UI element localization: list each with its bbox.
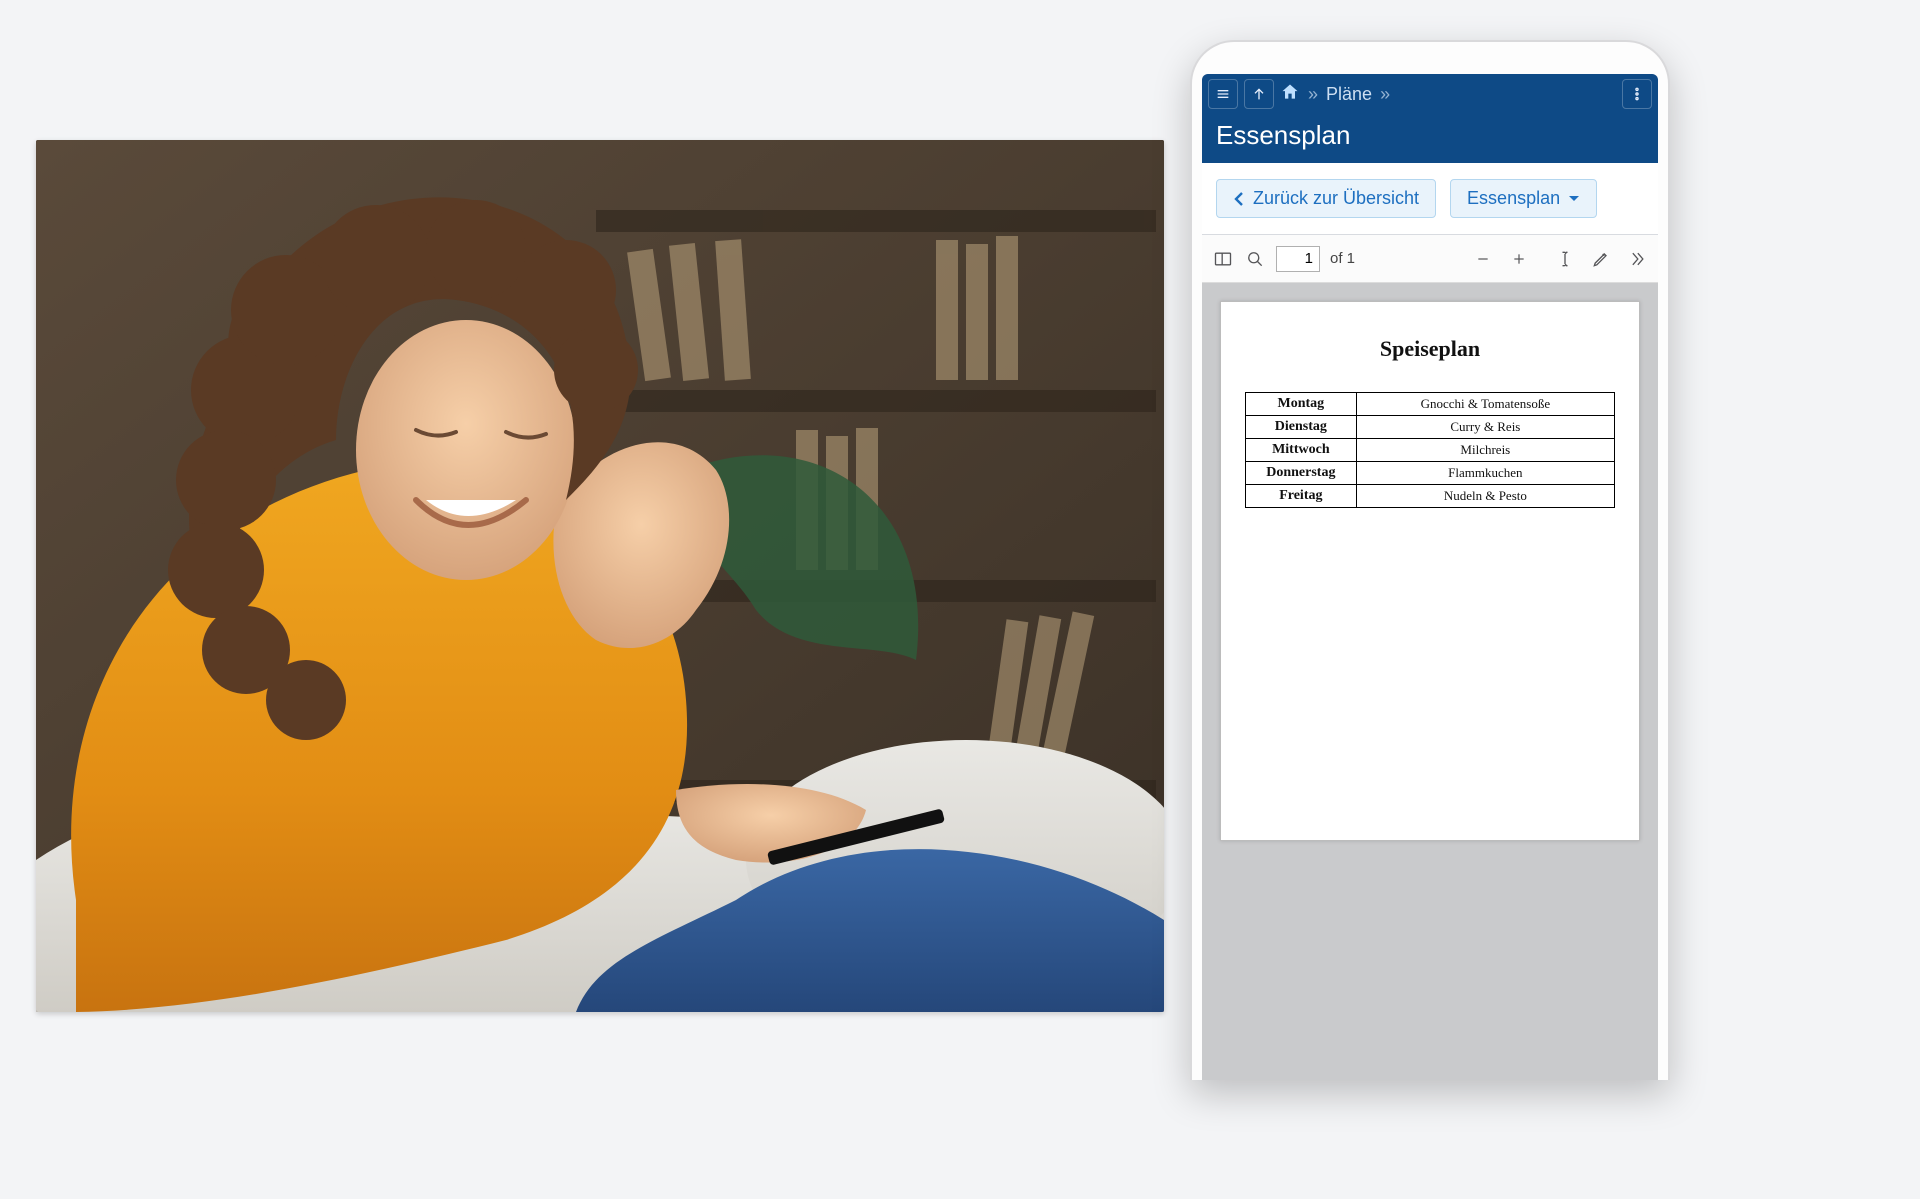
pencil-icon <box>1591 249 1611 269</box>
plan-dropdown[interactable]: Essensplan <box>1450 179 1597 218</box>
meal-cell: Nudeln & Pesto <box>1356 485 1614 508</box>
app-screen: » Pläne » Essensplan Zurück zur Übersich… <box>1202 74 1658 1080</box>
back-button-label: Zurück zur Übersicht <box>1253 188 1419 209</box>
meal-cell: Gnocchi & Tomatensoße <box>1356 393 1614 416</box>
breadcrumb-sep-1: » <box>1308 84 1318 105</box>
meal-cell: Milchreis <box>1356 439 1614 462</box>
day-cell: Dienstag <box>1246 416 1357 439</box>
chevrons-right-icon <box>1627 249 1647 269</box>
menu-button[interactable] <box>1208 79 1238 109</box>
caret-down-icon <box>1568 193 1580 205</box>
device-frame: » Pläne » Essensplan Zurück zur Übersich… <box>1190 40 1670 1080</box>
day-cell: Montag <box>1246 393 1357 416</box>
breadcrumb-section[interactable]: Pläne <box>1326 84 1372 105</box>
app-header: » Pläne » <box>1202 74 1658 114</box>
zoom-out-button[interactable] <box>1472 248 1494 270</box>
plan-dropdown-label: Essensplan <box>1467 188 1560 209</box>
text-cursor-icon <box>1555 249 1575 269</box>
hamburger-icon <box>1215 86 1231 102</box>
device-volume-up <box>1190 272 1192 330</box>
device-volume-down <box>1190 344 1192 402</box>
pdf-toolbar: of 1 <box>1202 235 1658 283</box>
breadcrumb-sep-2: » <box>1380 84 1390 105</box>
marketing-photo <box>36 140 1164 1012</box>
draw-button[interactable] <box>1590 248 1612 270</box>
sidebar-toggle[interactable] <box>1212 248 1234 270</box>
action-bar: Zurück zur Übersicht Essensplan <box>1202 163 1658 235</box>
page-title: Essensplan <box>1202 114 1658 163</box>
day-cell: Mittwoch <box>1246 439 1357 462</box>
overflow-button[interactable] <box>1622 79 1652 109</box>
search-button[interactable] <box>1244 248 1266 270</box>
table-row: Mittwoch Milchreis <box>1246 439 1615 462</box>
pdf-page-1: Speiseplan Montag Gnocchi & Tomatensoße … <box>1220 301 1640 841</box>
document-title: Speiseplan <box>1245 336 1615 362</box>
more-tools-button[interactable] <box>1626 248 1648 270</box>
day-cell: Freitag <box>1246 485 1357 508</box>
page-number-input[interactable] <box>1276 246 1320 272</box>
text-select-button[interactable] <box>1554 248 1576 270</box>
table-row: Donnerstag Flammkuchen <box>1246 462 1615 485</box>
arrow-up-icon <box>1251 86 1267 102</box>
pdf-viewport[interactable]: Speiseplan Montag Gnocchi & Tomatensoße … <box>1202 283 1658 1080</box>
table-row: Montag Gnocchi & Tomatensoße <box>1246 393 1615 416</box>
meal-cell: Flammkuchen <box>1356 462 1614 485</box>
menu-table: Montag Gnocchi & Tomatensoße Dienstag Cu… <box>1245 392 1615 508</box>
page-total: of 1 <box>1330 250 1355 267</box>
kebab-icon <box>1629 86 1645 102</box>
back-button[interactable]: Zurück zur Übersicht <box>1216 179 1436 218</box>
zoom-in-button[interactable] <box>1508 248 1530 270</box>
table-row: Freitag Nudeln & Pesto <box>1246 485 1615 508</box>
plus-icon <box>1511 251 1527 267</box>
day-cell: Donnerstag <box>1246 462 1357 485</box>
sidebar-icon <box>1213 249 1233 269</box>
search-icon <box>1245 249 1265 269</box>
table-row: Dienstag Curry & Reis <box>1246 416 1615 439</box>
minus-icon <box>1475 251 1491 267</box>
home-icon[interactable] <box>1280 82 1300 107</box>
chevron-left-icon <box>1233 191 1245 207</box>
breadcrumb: » Pläne » <box>1280 82 1616 107</box>
zoom-controls <box>1472 248 1530 270</box>
meal-cell: Curry & Reis <box>1356 416 1614 439</box>
up-button[interactable] <box>1244 79 1274 109</box>
